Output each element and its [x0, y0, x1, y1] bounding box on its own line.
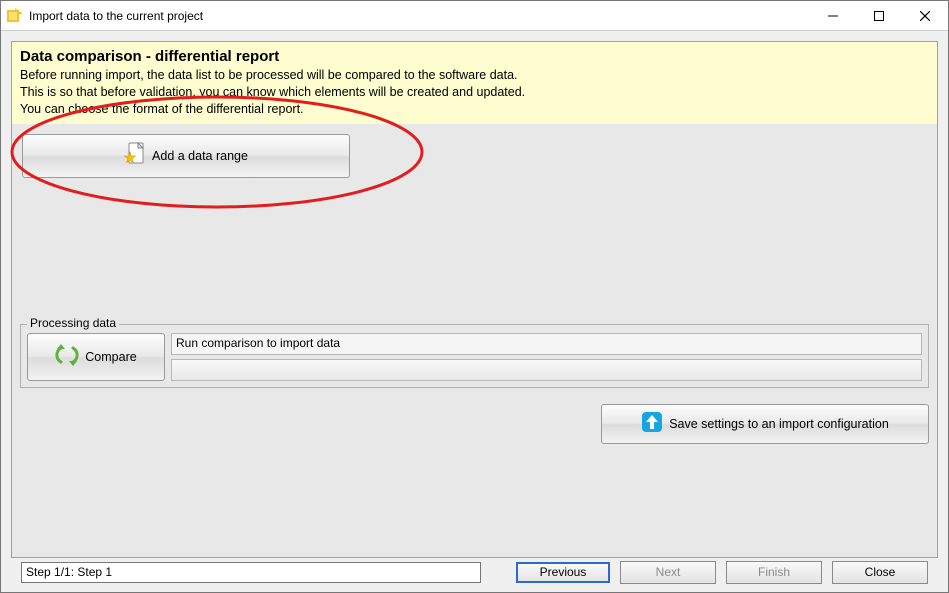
finish-button[interactable]: Finish	[726, 561, 822, 584]
compare-icon	[55, 344, 79, 369]
add-data-range-button[interactable]: Add a data range	[22, 134, 350, 178]
compare-label: Compare	[85, 350, 136, 364]
processing-progress	[171, 359, 922, 381]
previous-label: Previous	[540, 565, 587, 579]
add-data-range-label: Add a data range	[152, 149, 248, 163]
window-controls	[810, 1, 948, 30]
app-icon	[7, 8, 23, 24]
info-banner: Data comparison - differential report Be…	[12, 42, 937, 124]
finish-label: Finish	[758, 565, 790, 579]
import-window: Import data to the current project Data …	[0, 0, 949, 593]
save-up-icon	[641, 411, 663, 436]
window-title: Import data to the current project	[29, 9, 810, 23]
banner-line-1: Before running import, the data list to …	[20, 67, 929, 84]
close-label: Close	[865, 565, 896, 579]
close-window-button[interactable]	[902, 1, 948, 30]
new-file-icon	[124, 142, 146, 169]
compare-button[interactable]: Compare	[27, 333, 165, 381]
banner-line-3: You can choose the format of the differe…	[20, 101, 929, 118]
banner-title: Data comparison - differential report	[20, 48, 929, 65]
maximize-button[interactable]	[856, 1, 902, 30]
processing-legend: Processing data	[27, 316, 119, 330]
previous-button[interactable]: Previous	[516, 562, 610, 583]
next-button[interactable]: Next	[620, 561, 716, 584]
actions-area: Add a data range	[12, 124, 937, 324]
banner-line-2: This is so that before validation, you c…	[20, 84, 929, 101]
step-indicator: Step 1/1: Step 1	[21, 562, 481, 583]
save-settings-button[interactable]: Save settings to an import configuration	[601, 404, 929, 444]
minimize-button[interactable]	[810, 1, 856, 30]
processing-message: Run comparison to import data	[171, 333, 922, 355]
save-settings-label: Save settings to an import configuration	[669, 417, 889, 431]
save-area: Save settings to an import configuration	[12, 396, 937, 448]
main-panel: Data comparison - differential report Be…	[11, 41, 938, 558]
processing-status-column: Run comparison to import data	[171, 333, 922, 381]
processing-fieldset: Processing data Compare	[20, 324, 929, 388]
wizard-footer: Step 1/1: Step 1 Previous Next Finish Cl…	[11, 558, 938, 592]
close-button[interactable]: Close	[832, 561, 928, 584]
panel-spacer	[12, 448, 937, 547]
client-area: Data comparison - differential report Be…	[1, 31, 948, 592]
titlebar: Import data to the current project	[1, 1, 948, 31]
next-label: Next	[656, 565, 681, 579]
